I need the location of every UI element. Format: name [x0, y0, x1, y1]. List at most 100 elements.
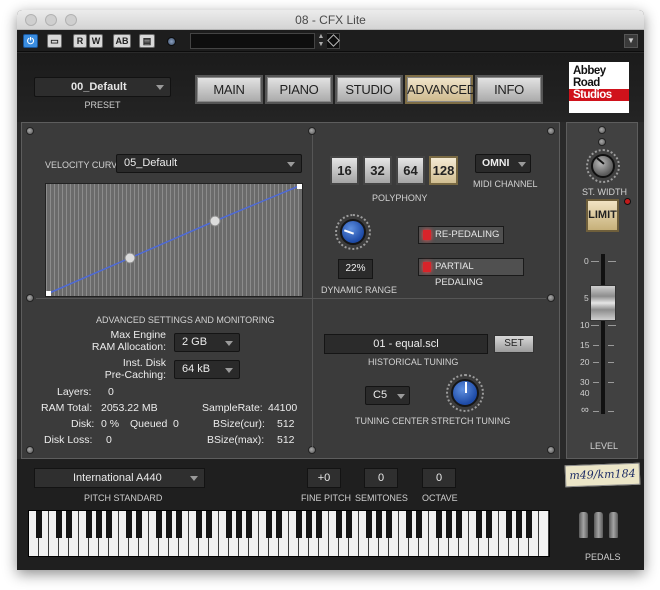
black-key[interactable] [156, 511, 162, 538]
black-key[interactable] [296, 511, 302, 538]
limit-button[interactable]: LIMIT [586, 199, 619, 232]
preset-dropdown[interactable]: 00_Default [34, 77, 171, 97]
partial-pedaling-button[interactable]: PARTIAL PEDALING [418, 258, 524, 288]
knob-icon[interactable] [340, 219, 366, 245]
knob-icon[interactable] [591, 154, 615, 178]
pedal-sustain-icon[interactable] [609, 512, 618, 538]
pedal-soft-icon[interactable] [579, 512, 588, 538]
tab-main[interactable]: MAIN [195, 75, 263, 104]
polyphony-64-button[interactable]: 64 [396, 156, 425, 185]
curve-endpoint-handle[interactable] [297, 184, 302, 189]
level-fader-track[interactable] [601, 254, 605, 414]
semitones-field[interactable]: 0 [364, 468, 398, 488]
curve-point-handle[interactable] [124, 252, 136, 264]
black-key[interactable] [176, 511, 182, 538]
white-key[interactable] [539, 511, 549, 556]
pedal-sostenuto-icon[interactable] [594, 512, 603, 538]
velocity-curve-graph[interactable] [45, 183, 303, 297]
logo-line-1: Abbey [573, 65, 606, 77]
black-key[interactable] [226, 511, 232, 538]
black-key[interactable] [486, 511, 492, 538]
black-key[interactable] [406, 511, 412, 538]
dropdown-caret-icon [397, 394, 405, 399]
black-key[interactable] [476, 511, 482, 538]
black-key[interactable] [56, 511, 62, 538]
pre-caching-dropdown[interactable]: 64 kB [174, 360, 240, 379]
pitch-standard-label: PITCH STANDARD [84, 493, 163, 503]
black-key[interactable] [126, 511, 132, 538]
knob-icon[interactable] [451, 379, 479, 407]
tab-studio[interactable]: STUDIO [335, 75, 403, 104]
piano-keyboard[interactable] [28, 510, 550, 557]
black-key[interactable] [266, 511, 272, 538]
black-key[interactable] [306, 511, 312, 538]
black-key[interactable] [136, 511, 142, 538]
preset-spin-icon[interactable]: ▲ ▼ [314, 33, 327, 49]
tuning-set-button[interactable]: SET [494, 335, 534, 353]
black-key[interactable] [276, 511, 282, 538]
black-key[interactable] [166, 511, 172, 538]
toolbar-menu-icon[interactable]: ▼ [624, 34, 638, 48]
ab-compare-button[interactable]: AB [113, 34, 131, 48]
level-fader-handle[interactable] [590, 285, 616, 321]
velocity-curve-dropdown[interactable]: 05_Default [116, 154, 302, 173]
black-key[interactable] [36, 511, 42, 538]
midi-channel-dropdown[interactable]: OMNI [475, 154, 531, 173]
level-scale-mark: 15 [580, 340, 590, 350]
ram-allocation-dropdown[interactable]: 2 GB [174, 333, 240, 352]
black-key[interactable] [436, 511, 442, 538]
pitch-standard-dropdown[interactable]: International A440 [34, 468, 205, 488]
historical-tuning-field[interactable]: 01 - equal.scl [324, 334, 488, 354]
bypass-icon[interactable]: ▤ [139, 34, 155, 48]
black-key[interactable] [506, 511, 512, 538]
fine-pitch-label: FINE PITCH [301, 493, 352, 503]
abbey-road-logo: Abbey Road Studios [569, 62, 629, 113]
tuning-center-dropdown[interactable]: C5 [365, 386, 410, 405]
black-key[interactable] [376, 511, 382, 538]
black-key[interactable] [416, 511, 422, 538]
dropdown-caret-icon [225, 341, 233, 346]
black-key[interactable] [386, 511, 392, 538]
tuning-center-value: C5 [373, 389, 388, 401]
black-key[interactable] [316, 511, 322, 538]
screw-icon [26, 294, 34, 302]
black-key[interactable] [366, 511, 372, 538]
velocity-curve-value: 05_Default [124, 157, 178, 169]
black-key[interactable] [206, 511, 212, 538]
black-key[interactable] [96, 511, 102, 538]
polyphony-16-button[interactable]: 16 [330, 156, 359, 185]
black-key[interactable] [236, 511, 242, 538]
black-key[interactable] [526, 511, 532, 538]
window-title: 08 - CFX Lite [295, 13, 366, 27]
tab-advanced[interactable]: ADVANCED [405, 75, 476, 104]
advanced-panel: VELOCITY CURVE 05_Default 16 32 64 128 P… [21, 122, 560, 459]
polyphony-128-button[interactable]: 128 [429, 156, 458, 185]
black-key[interactable] [106, 511, 112, 538]
write-automation-button[interactable]: W [89, 34, 103, 48]
black-key[interactable] [66, 511, 72, 538]
tab-info[interactable]: INFO [475, 75, 543, 104]
black-key[interactable] [346, 511, 352, 538]
polyphony-32-button[interactable]: 32 [363, 156, 392, 185]
layers-label: Layers: [57, 386, 92, 398]
black-key[interactable] [246, 511, 252, 538]
curve-point-handle[interactable] [209, 215, 221, 227]
black-key[interactable] [336, 511, 342, 538]
panel-divider [36, 298, 546, 299]
read-automation-button[interactable]: R [73, 34, 87, 48]
pre-caching-value: 64 kB [182, 363, 211, 375]
polyphony-label: POLYPHONY [372, 193, 428, 203]
re-pedaling-button[interactable]: RE-PEDALING [418, 226, 504, 244]
window-icon[interactable]: ▭ [47, 34, 62, 48]
fine-pitch-field[interactable]: +0 [307, 468, 341, 488]
octave-field[interactable]: 0 [422, 468, 456, 488]
black-key[interactable] [196, 511, 202, 538]
black-key[interactable] [86, 511, 92, 538]
power-icon[interactable]: ⏻ [23, 34, 38, 48]
tab-piano[interactable]: PIANO [265, 75, 333, 104]
black-key[interactable] [516, 511, 522, 538]
curve-endpoint-handle[interactable] [46, 291, 51, 296]
black-key[interactable] [446, 511, 452, 538]
octave-label: OCTAVE [422, 493, 458, 503]
black-key[interactable] [456, 511, 462, 538]
